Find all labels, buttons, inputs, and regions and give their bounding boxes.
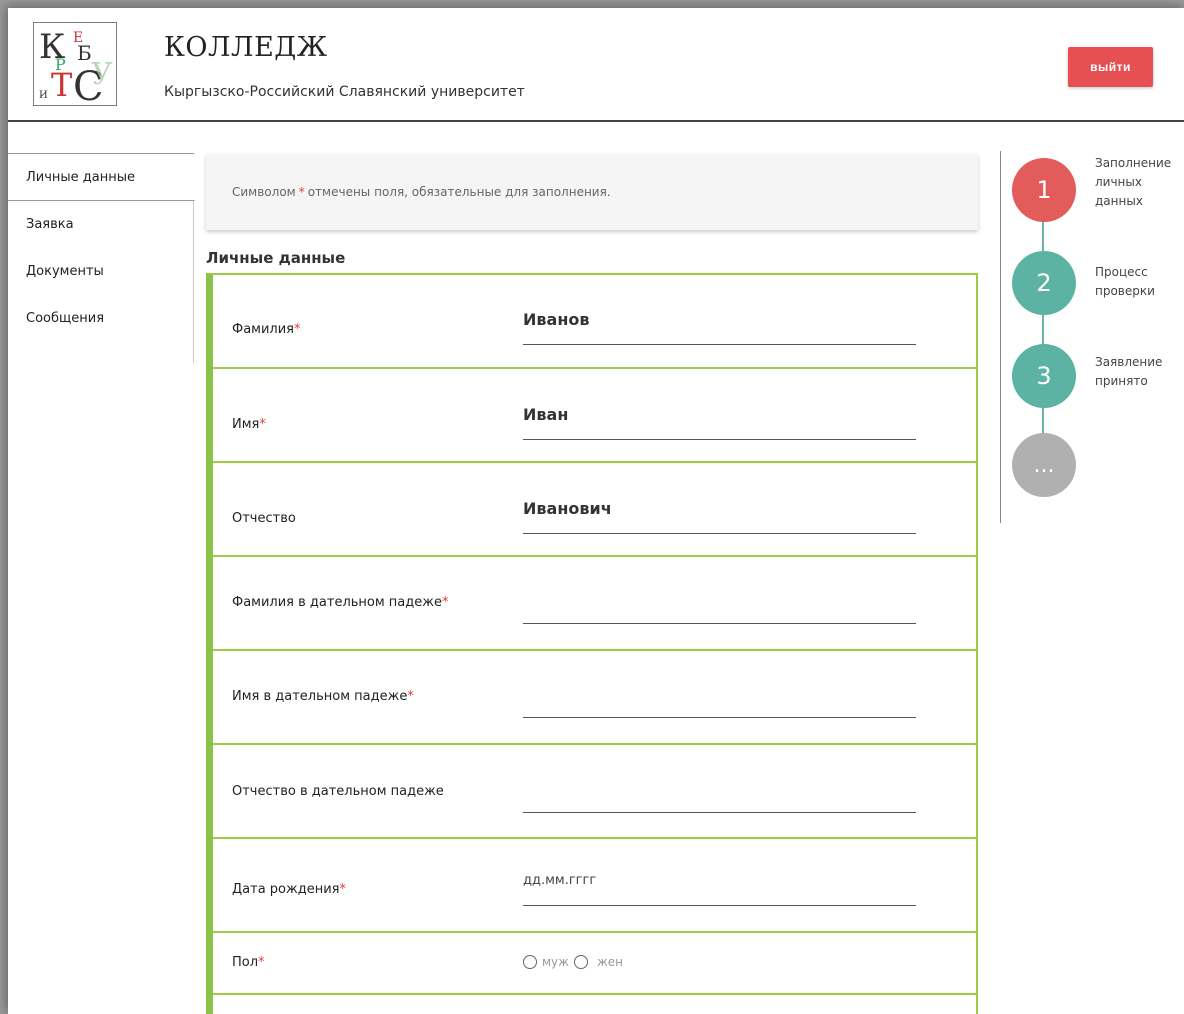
last-name-dative-label: Фамилия в дательном падеже* <box>232 595 448 610</box>
form-row-birth-date: Дата рождения* дд.мм.гггг <box>213 839 976 933</box>
form-row-patronymic-dative: Отчество в дательном падеже <box>213 745 976 839</box>
required-fields-notice: Символом * отмечены поля, обязательные д… <box>206 154 978 230</box>
step-2-label: Процесс проверки <box>1095 265 1155 298</box>
last-name-label: Фамилия* <box>232 322 301 337</box>
first-name-label: Имя* <box>232 417 266 432</box>
sidebar-item-documents[interactable]: Документы <box>8 264 194 279</box>
step-more-circle: ... <box>1012 433 1076 497</box>
form-row-first-name: Имя* Иван <box>213 369 976 463</box>
patronymic-dative-label: Отчество в дательном падеже <box>232 784 444 799</box>
patronymic-dative-input[interactable] <box>523 777 916 813</box>
notice-text-after: отмечены поля, обязательные для заполнен… <box>307 185 611 199</box>
required-star: * <box>441 595 449 610</box>
gender-female-label: жен <box>596 955 624 969</box>
birth-date-label: Дата рождения* <box>232 882 346 897</box>
first-name-input[interactable]: Иван <box>523 404 916 440</box>
field-label: Имя <box>232 417 260 432</box>
field-label: Отчество <box>232 511 296 526</box>
sidebar-nav: Личные данные Заявка Документы Сообщения <box>8 153 195 363</box>
gender-female-radio[interactable] <box>573 955 588 969</box>
required-star: * <box>259 417 266 432</box>
section-title: Личные данные <box>206 249 346 267</box>
personal-data-form: Фамилия* Иванов Имя* Иван Отчество Ивано… <box>206 273 978 1014</box>
step-1-circle: 1 <box>1012 158 1076 222</box>
first-name-dative-input[interactable] <box>523 682 916 718</box>
required-star: * <box>339 882 346 897</box>
patronymic-input[interactable]: Иванович <box>523 498 916 534</box>
required-star: * <box>298 185 305 199</box>
step-3-label: Заявление принято <box>1095 355 1163 388</box>
gender-male-radio[interactable] <box>523 955 537 969</box>
field-label: Фамилия в дательном падеже <box>232 595 442 610</box>
svg-text:У: У <box>91 57 113 92</box>
svg-text:Т: Т <box>51 66 73 104</box>
app-window: К Е Б Р Т С И У КОЛЛЕДЖ Кыргызско-Россий… <box>8 8 1184 1014</box>
gender-radio-group: муж жен <box>523 955 623 969</box>
gender-male-label: муж <box>542 955 569 969</box>
stepper-divider <box>1000 151 1001 523</box>
required-star: * <box>258 955 265 970</box>
step-1-label: Заполнение личных данных <box>1095 156 1172 208</box>
svg-text:Б: Б <box>77 41 92 65</box>
stepper-connector <box>1042 194 1044 464</box>
last-name-input[interactable]: Иванов <box>523 309 916 345</box>
app-subtitle: Кыргызско-Российский Славянский универси… <box>164 84 525 100</box>
notice-text-before: Символом <box>232 185 296 199</box>
sidebar-item-messages[interactable]: Сообщения <box>8 311 194 326</box>
form-row-last-name-dative: Фамилия в дательном падеже* <box>213 557 976 651</box>
birth-date-input[interactable]: дд.мм.гггг <box>523 870 916 906</box>
form-row-patronymic: Отчество Иванович <box>213 463 976 557</box>
svg-text:И: И <box>39 90 48 101</box>
field-label: Фамилия <box>232 322 294 337</box>
first-name-dative-label: Имя в дательном падеже* <box>232 689 414 704</box>
header: К Е Б Р Т С И У КОЛЛЕДЖ Кыргызско-Россий… <box>8 8 1184 122</box>
field-label: Имя в дательном падеже <box>232 689 408 704</box>
app-title: КОЛЛЕДЖ <box>164 32 328 63</box>
field-label: Дата рождения <box>232 882 340 897</box>
sidebar-item-personal-data[interactable]: Личные данные <box>8 153 195 201</box>
step-2-circle: 2 <box>1012 251 1076 315</box>
form-row-last-name: Фамилия* Иванов <box>213 275 976 369</box>
field-label: Пол <box>232 955 259 970</box>
required-star: * <box>407 689 414 704</box>
step-3-circle: 3 <box>1012 344 1076 408</box>
logout-button[interactable]: выйти <box>1068 47 1153 87</box>
required-star: * <box>294 322 301 337</box>
gender-label: Пол* <box>232 955 265 970</box>
sidebar-item-application[interactable]: Заявка <box>8 217 194 232</box>
form-row-first-name-dative: Имя в дательном падеже* <box>213 651 976 745</box>
form-row-gender: Пол* муж жен <box>213 933 976 995</box>
university-logo: К Е Б Р Т С И У <box>33 22 117 106</box>
patronymic-label: Отчество <box>232 511 296 526</box>
field-label: Отчество в дательном падеже <box>232 784 444 799</box>
last-name-dative-input[interactable] <box>523 588 916 624</box>
